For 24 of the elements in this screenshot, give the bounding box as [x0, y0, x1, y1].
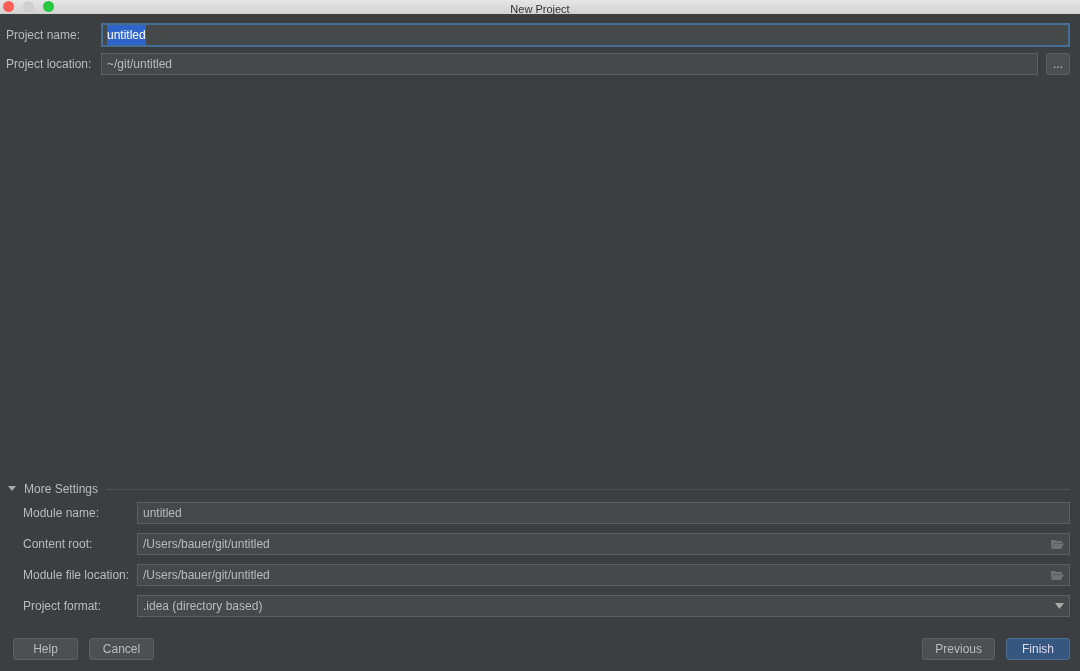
- field-label: Content root:: [23, 536, 94, 553]
- field-label: Module name:: [23, 505, 101, 522]
- dialog-button[interactable]: Cancel: [89, 638, 154, 660]
- dialog-button[interactable]: Previous: [922, 638, 995, 660]
- input-field[interactable]: /Users/bauer/git/untitled: [137, 533, 1070, 555]
- folder-icon[interactable]: [1051, 539, 1064, 549]
- input-field[interactable]: /Users/bauer/git/untitled: [137, 564, 1070, 586]
- window-zoom-button[interactable]: [43, 1, 54, 12]
- folder-icon[interactable]: [1051, 570, 1064, 580]
- window-close-button[interactable]: [3, 1, 14, 12]
- field-label: Project format:: [23, 598, 103, 615]
- dialog-button[interactable]: Help: [13, 638, 78, 660]
- dropdown[interactable]: .idea (directory based): [137, 595, 1070, 617]
- field-label: Project name:: [6, 27, 82, 44]
- section-toggle[interactable]: More Settings: [8, 480, 99, 498]
- window-title: New Project: [510, 3, 570, 15]
- dropdown-caret-icon: [1055, 603, 1064, 609]
- dialog-button[interactable]: Finish: [1006, 638, 1070, 660]
- input-field[interactable]: untitled: [137, 502, 1070, 524]
- input-field[interactable]: untitled: [101, 23, 1070, 47]
- browse-button[interactable]: ...: [1046, 53, 1070, 75]
- input-field[interactable]: ~/git/untitled: [101, 53, 1038, 75]
- field-label: Module file location:: [23, 567, 131, 584]
- field-label: Project location:: [6, 56, 93, 73]
